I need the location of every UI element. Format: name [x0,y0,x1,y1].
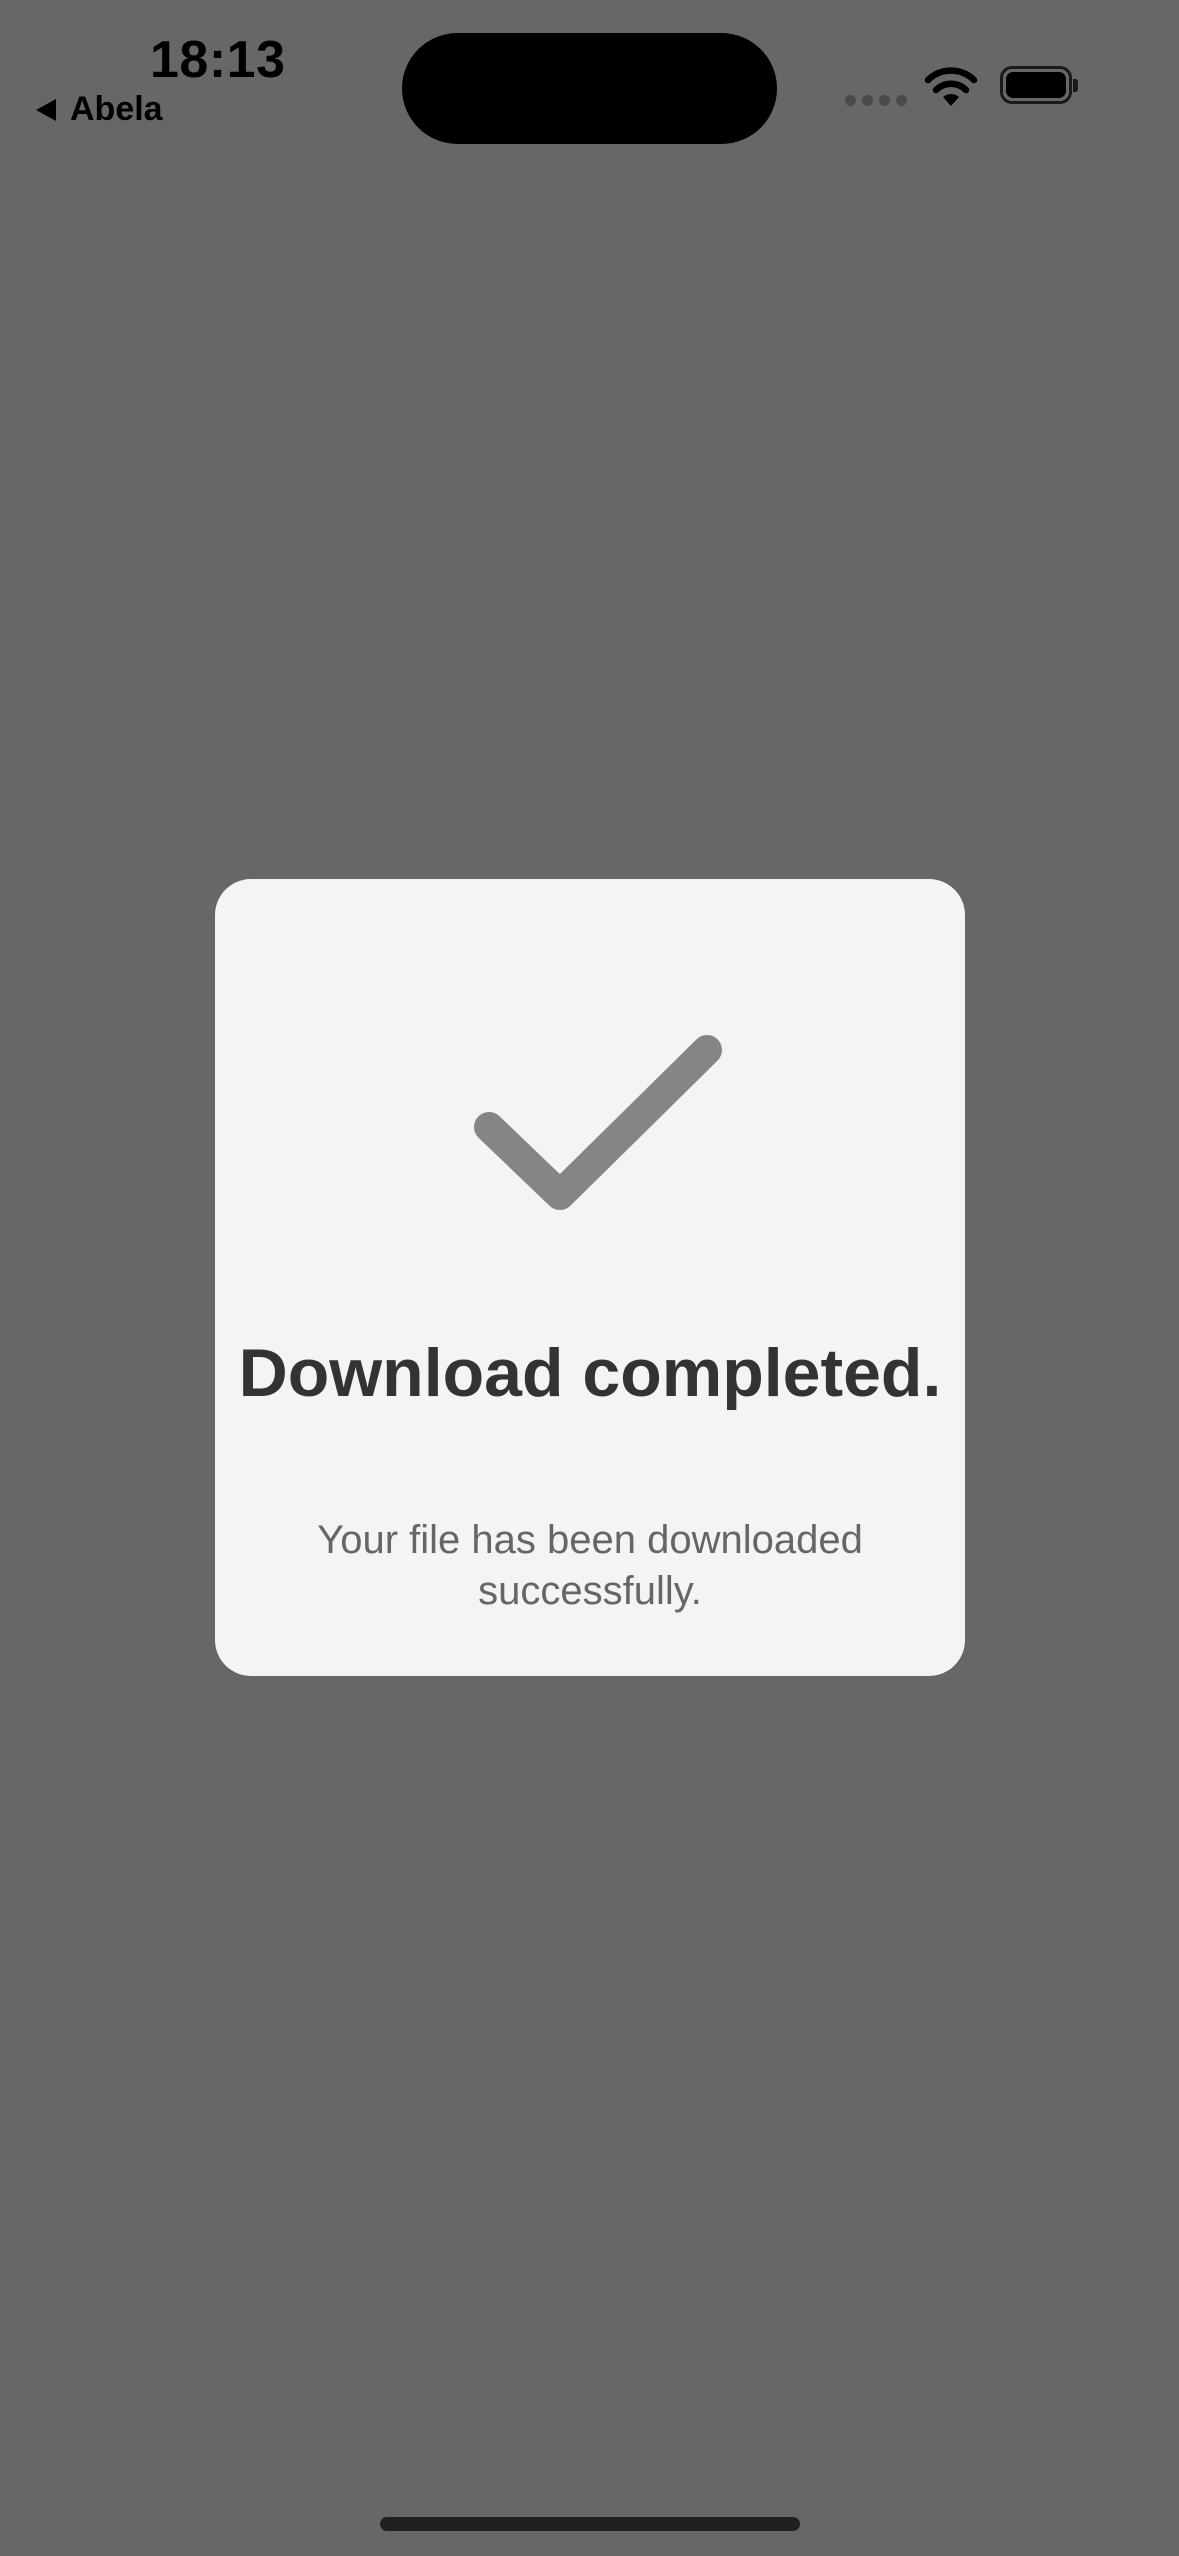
dialog-message: Your file has been downloaded successful… [317,1518,863,1613]
cellular-signal-icon [845,95,907,106]
status-bar: 18:13 Abela [0,0,1179,160]
status-time: 18:13 [150,31,286,89]
back-arrow-icon [36,98,56,121]
back-to-app-button[interactable]: Abela [36,90,163,129]
dynamic-island [402,33,777,144]
dialog-title: Download completed. [238,1335,942,1411]
battery-icon [1000,66,1078,104]
home-indicator[interactable] [380,2517,800,2531]
checkmark-icon [474,1035,722,1210]
back-app-label: Abela [70,90,163,128]
wifi-icon [924,67,978,106]
